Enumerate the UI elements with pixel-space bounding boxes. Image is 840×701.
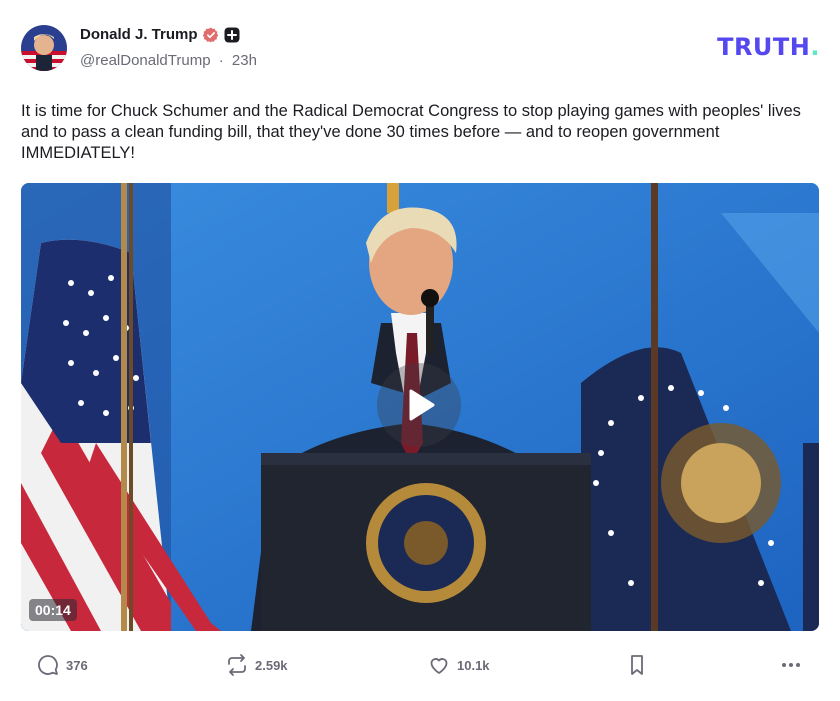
- play-button[interactable]: [377, 363, 461, 447]
- comment-icon: [38, 655, 58, 675]
- like-button[interactable]: 10.1k: [427, 650, 490, 680]
- avatar[interactable]: [21, 25, 67, 71]
- author-display-name[interactable]: Donald J. Trump: [80, 26, 198, 43]
- reply-button[interactable]: 376: [36, 650, 88, 680]
- author-name-row[interactable]: Donald J. Trump: [80, 26, 240, 43]
- plus-badge-icon: [224, 27, 240, 42]
- bookmark-icon: [631, 655, 643, 675]
- bookmark-button[interactable]: [625, 650, 649, 680]
- retruth-button[interactable]: 2.59k: [225, 650, 288, 680]
- post-timestamp[interactable]: 23h: [232, 52, 257, 69]
- retruth-count: 2.59k: [255, 657, 288, 673]
- play-icon: [409, 389, 435, 421]
- truth-logo[interactable]: TRUTH.: [717, 33, 820, 61]
- verified-badge-icon: [202, 27, 218, 42]
- meta-separator: ·: [218, 52, 224, 69]
- logo-dot: .: [810, 33, 820, 61]
- author-handle[interactable]: @realDonaldTrump: [80, 52, 211, 69]
- heart-icon: [430, 658, 448, 674]
- repost-icon: [228, 654, 246, 676]
- reply-count: 376: [66, 657, 88, 673]
- like-count: 10.1k: [457, 657, 490, 673]
- post-body-text: It is time for Chuck Schumer and the Rad…: [21, 102, 801, 162]
- action-bar: 376 2.59k 10.1k: [21, 650, 819, 680]
- truth-post: Donald J. Trump @realDonaldTrump · 23h T…: [0, 0, 840, 701]
- author-meta: @realDonaldTrump · 23h: [80, 52, 257, 69]
- more-icon: [782, 663, 800, 667]
- logo-text: TRUTH: [717, 33, 811, 61]
- video-duration: 00:14: [29, 599, 77, 621]
- video-player[interactable]: 00:14: [21, 183, 819, 631]
- more-options-button[interactable]: [779, 650, 803, 680]
